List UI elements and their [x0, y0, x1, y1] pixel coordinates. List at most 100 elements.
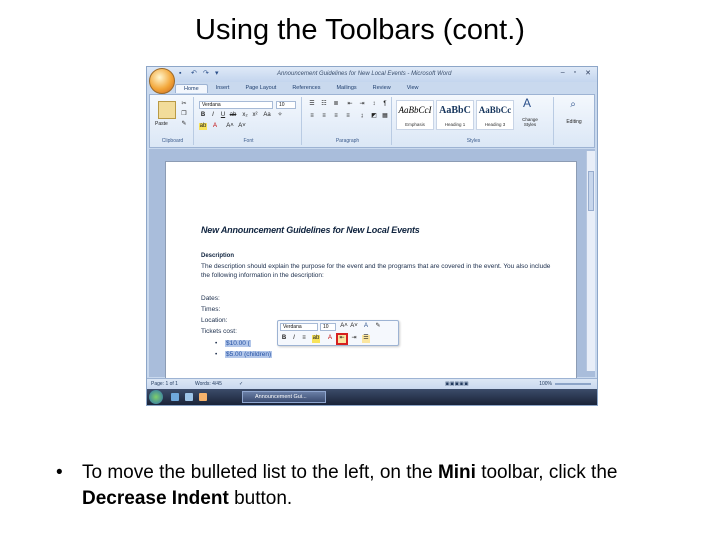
font-color-icon[interactable]: A — [211, 123, 219, 130]
style-emphasis[interactable]: AaBbCcI Emphasis — [396, 100, 434, 130]
start-button[interactable] — [149, 390, 163, 404]
vertical-scrollbar[interactable] — [586, 151, 595, 371]
paste-icon[interactable] — [158, 101, 176, 119]
paste-button-label[interactable]: Paste — [155, 121, 168, 127]
decrease-indent-icon[interactable]: ⇤ — [346, 101, 354, 108]
minimize-icon[interactable]: – — [561, 69, 565, 77]
view-buttons-icon[interactable]: ▣▣▣▣▣ — [445, 381, 469, 387]
subscript-icon[interactable]: x₂ — [241, 112, 249, 119]
shading-icon[interactable]: ◩ — [370, 113, 378, 120]
find-icon[interactable]: ⌕ — [566, 100, 580, 113]
doc-line-location: Location: — [201, 317, 228, 324]
style-heading-3[interactable]: AaBbCc Heading 3 — [476, 100, 514, 130]
tab-view[interactable]: View — [399, 84, 427, 93]
bullet-item[interactable]: $5.00 (children) — [225, 351, 273, 358]
undo-icon[interactable]: ↶ — [191, 70, 199, 78]
slide-title: Using the Toolbars (cont.) — [195, 14, 525, 46]
change-styles-icon[interactable]: A — [520, 97, 534, 114]
copy-icon[interactable]: ❐ — [180, 111, 188, 118]
taskbar-word-button[interactable]: Announcement Gui... — [242, 391, 326, 403]
caption-bold-decrease-indent: Decrease Indent — [82, 488, 229, 509]
mini-bold-icon[interactable]: B — [280, 335, 288, 343]
align-center-icon[interactable]: ≡ — [320, 113, 328, 120]
superscript-icon[interactable]: x² — [251, 112, 259, 119]
format-painter-icon[interactable]: ✎ — [180, 121, 188, 128]
bullet-item[interactable]: $10.00 ( — [225, 340, 251, 347]
zoom-slider[interactable] — [555, 383, 591, 385]
close-icon[interactable]: ✕ — [585, 69, 591, 77]
change-styles-label[interactable]: Change Styles — [516, 117, 544, 127]
status-words[interactable]: Words: 4/45 — [195, 381, 222, 387]
justify-icon[interactable]: ≡ — [344, 113, 352, 120]
show-marks-icon[interactable]: ¶ — [381, 101, 389, 108]
scroll-thumb[interactable] — [588, 171, 594, 211]
strikethrough-icon[interactable]: ab — [229, 112, 237, 119]
mini-font-color-icon[interactable]: A — [326, 335, 334, 343]
style-heading-1-sample: AaBbC — [439, 105, 471, 116]
styles-group: AaBbCcI Emphasis AaBbC Heading 1 AaBbCc … — [394, 97, 554, 145]
qat-customize-icon[interactable]: ▾ — [215, 70, 223, 78]
borders-icon[interactable]: ▦ — [381, 113, 389, 120]
font-name-box[interactable]: Verdana — [199, 101, 273, 109]
mini-shrink-font-icon[interactable]: A˅ — [350, 323, 358, 331]
editing-button-label[interactable]: Editing — [556, 119, 592, 125]
bold-icon[interactable]: B — [199, 112, 207, 119]
mini-italic-icon[interactable]: I — [290, 335, 298, 343]
line-spacing-icon[interactable]: ↨ — [358, 113, 366, 120]
mini-grow-font-icon[interactable]: A˄ — [340, 323, 348, 331]
tab-review[interactable]: Review — [365, 84, 399, 93]
style-heading-1[interactable]: AaBbC Heading 1 — [436, 100, 474, 130]
browser-icon[interactable] — [199, 393, 207, 401]
caption-part-1: To move the bulleted list to the left, o… — [82, 462, 438, 483]
switch-windows-icon[interactable] — [185, 393, 193, 401]
clear-format-icon[interactable]: ✧ — [276, 112, 284, 119]
increase-indent-icon[interactable]: ⇥ — [358, 101, 366, 108]
bullets-icon[interactable]: ☰ — [308, 101, 316, 108]
doc-line-times: Times: — [201, 306, 221, 313]
caption-part-2: toolbar, click the — [475, 462, 618, 483]
tab-references[interactable]: References — [284, 84, 328, 93]
mini-font-name-box[interactable]: Verdana — [280, 323, 318, 331]
mini-center-icon[interactable]: ≡ — [300, 335, 308, 343]
mini-decrease-indent-icon[interactable]: ⇤ — [336, 333, 348, 345]
zoom-level[interactable]: 100% — [539, 381, 552, 387]
sort-icon[interactable]: ↕ — [370, 101, 378, 108]
proofing-icon[interactable]: ✓ — [239, 381, 243, 387]
cut-icon[interactable]: ✂ — [180, 101, 188, 108]
show-desktop-icon[interactable] — [171, 393, 179, 401]
paragraph-group-label: Paragraph — [335, 138, 360, 144]
editing-group: ⌕ Editing — [556, 97, 592, 145]
office-button[interactable] — [149, 68, 175, 94]
ribbon-tabs: Home Insert Page Layout References Maili… — [175, 84, 427, 93]
mini-increase-indent-icon[interactable]: ⇥ — [350, 335, 358, 343]
tab-page-layout[interactable]: Page Layout — [237, 84, 284, 93]
mini-font-size-box[interactable]: 10 — [320, 323, 336, 331]
tab-insert[interactable]: Insert — [208, 84, 238, 93]
style-heading-1-name: Heading 1 — [444, 122, 466, 127]
mini-styles-icon[interactable]: A — [362, 323, 370, 331]
paragraph-group: ☰ ☷ ≣ ⇤ ⇥ ↕ ¶ ≡ ≡ ≡ ≡ ↨ ◩ ▦ Paragraph — [304, 97, 392, 145]
highlight-icon[interactable]: ab — [199, 123, 207, 130]
taskbar: Announcement Gui... — [147, 389, 597, 405]
redo-icon[interactable]: ↷ — [203, 70, 211, 78]
mini-format-painter-icon[interactable]: ✎ — [374, 323, 382, 331]
numbering-icon[interactable]: ☷ — [320, 101, 328, 108]
align-right-icon[interactable]: ≡ — [332, 113, 340, 120]
tab-home[interactable]: Home — [175, 84, 208, 93]
window-controls: – ▫ ✕ — [561, 69, 591, 77]
document-paragraph: The description should explain the purpo… — [201, 263, 551, 279]
mini-bullets-icon[interactable]: ☰ — [362, 335, 370, 343]
save-icon[interactable]: ▪ — [179, 70, 187, 78]
status-page[interactable]: Page: 1 of 1 — [151, 381, 178, 387]
align-left-icon[interactable]: ≡ — [308, 113, 316, 120]
tab-mailings[interactable]: Mailings — [328, 84, 364, 93]
italic-icon[interactable]: I — [209, 112, 217, 119]
maximize-icon[interactable]: ▫ — [574, 69, 576, 77]
font-size-box[interactable]: 10 — [276, 101, 296, 109]
underline-icon[interactable]: U — [219, 112, 227, 119]
grow-font-icon[interactable]: A˄ — [226, 123, 234, 130]
mini-highlight-icon[interactable]: ab — [312, 335, 320, 343]
shrink-font-icon[interactable]: A˅ — [238, 123, 246, 130]
multilevel-list-icon[interactable]: ≣ — [332, 101, 340, 108]
change-case-icon[interactable]: Aa — [263, 112, 271, 119]
